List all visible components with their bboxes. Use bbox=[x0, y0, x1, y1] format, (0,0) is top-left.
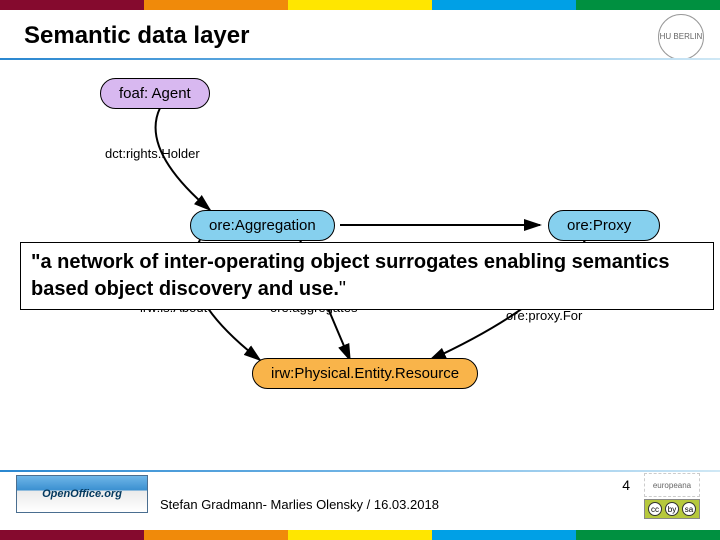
quote-callout: "a network of inter-operating object sur… bbox=[20, 242, 714, 310]
bottom-color-bar bbox=[0, 530, 720, 540]
cc-license-icon: ccbysa bbox=[644, 499, 700, 519]
page-number: 4 bbox=[622, 477, 630, 493]
europeana-logo: europeana bbox=[644, 473, 700, 497]
openoffice-logo: OpenOffice.org bbox=[16, 475, 148, 513]
node-foaf-agent: foaf: Agent bbox=[100, 78, 210, 109]
semantic-diagram: foaf: Agent ore:Aggregation ore:Proxy ir… bbox=[0, 60, 720, 470]
page-title: Semantic data layer bbox=[24, 22, 249, 50]
university-seal-icon: HU BERLIN bbox=[658, 14, 704, 60]
node-ore-proxy: ore:Proxy bbox=[548, 210, 660, 241]
edge-rightsholder-label: dct:rights.Holder bbox=[105, 146, 200, 161]
quote-text: "a network of inter-operating object sur… bbox=[31, 251, 670, 300]
footer: OpenOffice.org Stefan Gradmann- Marlies … bbox=[0, 475, 720, 530]
top-color-bar bbox=[0, 0, 720, 10]
edge-proxyfor-label: ore:proxy.For bbox=[506, 308, 582, 323]
footer-rule bbox=[0, 470, 720, 472]
footer-credit: Stefan Gradmann- Marlies Olensky / 16.03… bbox=[160, 497, 439, 512]
node-ore-aggregation: ore:Aggregation bbox=[190, 210, 335, 241]
quote-tail: " bbox=[339, 278, 346, 300]
node-irw-physical-entity: irw:Physical.Entity.Resource bbox=[252, 358, 478, 389]
